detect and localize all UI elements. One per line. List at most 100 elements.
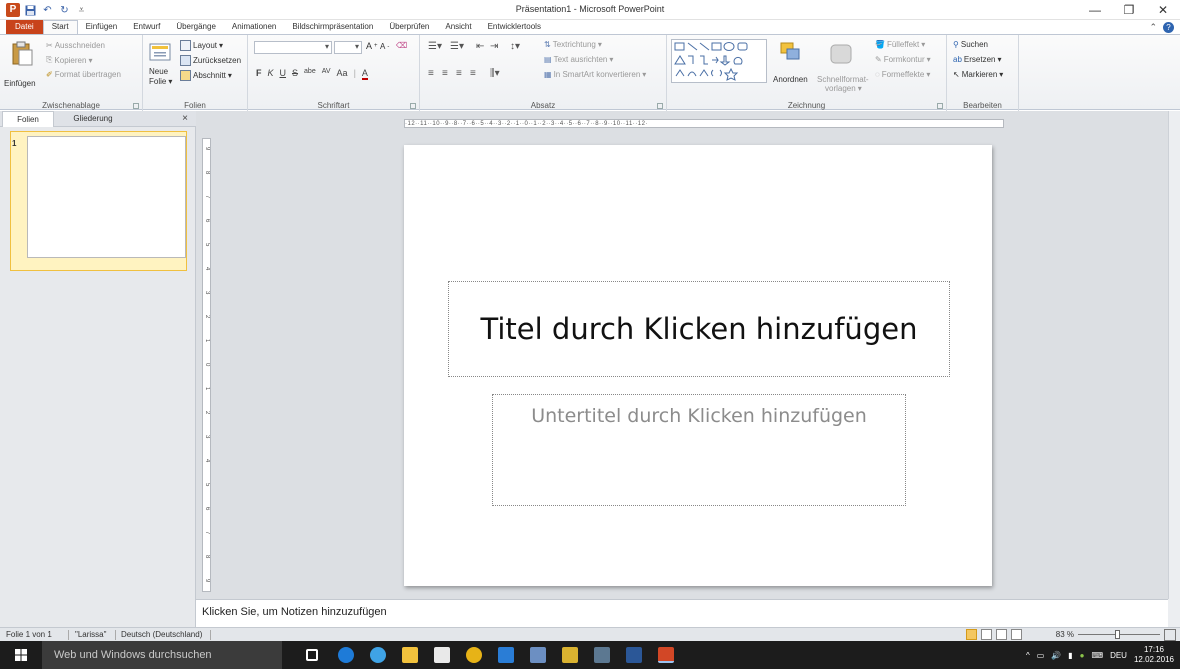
shadow-button[interactable]: abe: [304, 68, 316, 80]
battery-icon[interactable]: ▭: [1037, 651, 1045, 660]
internet-explorer-icon[interactable]: [370, 647, 386, 663]
control-panel-icon[interactable]: [594, 647, 610, 663]
tab-review[interactable]: Überprüfen: [381, 20, 437, 34]
tab-slideshow[interactable]: Bildschirmpräsentation: [284, 20, 381, 34]
input-language[interactable]: DEU: [1110, 651, 1127, 660]
bold-button[interactable]: F: [256, 68, 262, 80]
notes-pane[interactable]: Klicken Sie, um Notizen hinzuzufügen: [196, 599, 1168, 627]
grow-font-icon[interactable]: A +: [366, 41, 378, 51]
paragraph-launcher[interactable]: [657, 103, 663, 109]
select-button[interactable]: ↖ Markieren ▾: [953, 70, 1003, 79]
file-explorer-icon[interactable]: [402, 647, 418, 663]
tab-animations[interactable]: Animationen: [224, 20, 284, 34]
close-pane-icon[interactable]: ×: [182, 113, 188, 124]
title-placeholder[interactable]: Titel durch Klicken hinzufügen: [448, 281, 950, 377]
layout-button[interactable]: Layout ▾: [180, 40, 223, 51]
shapes-gallery[interactable]: [671, 39, 767, 83]
normal-view-icon[interactable]: [966, 629, 977, 640]
volume-icon[interactable]: 🔊: [1051, 651, 1061, 660]
tab-developer[interactable]: Entwicklertools: [480, 20, 549, 34]
bullets-icon[interactable]: ☰▾: [428, 41, 442, 52]
minimize-ribbon-icon[interactable]: ⌃: [1149, 22, 1157, 33]
char-spacing-button[interactable]: AV: [322, 68, 331, 80]
shrink-font-icon[interactable]: A-: [380, 42, 389, 51]
strikethrough-button[interactable]: S: [292, 68, 298, 80]
zoom-slider-handle[interactable]: [1115, 630, 1120, 639]
quick-styles-icon[interactable]: [829, 43, 853, 67]
notes-scrollbar[interactable]: [1168, 599, 1180, 627]
copy-button[interactable]: ⎘ Kopieren ▾: [46, 55, 92, 65]
slide-thumbnail-selected[interactable]: [10, 131, 187, 271]
network-icon[interactable]: ▮: [1068, 651, 1072, 660]
powerpoint-taskbar-icon[interactable]: [658, 647, 674, 663]
underline-button[interactable]: U: [280, 68, 287, 80]
font-color-button[interactable]: A: [361, 68, 368, 80]
change-case-button[interactable]: Aa: [337, 68, 348, 80]
columns-icon[interactable]: ⫼▾: [490, 68, 500, 79]
slide-thumbnail[interactable]: [27, 136, 186, 258]
subtitle-placeholder[interactable]: Untertitel durch Klicken hinzufügen: [492, 394, 906, 506]
new-slide-label-2[interactable]: Folie ▾: [149, 77, 172, 86]
reset-button[interactable]: Zurücksetzen: [180, 55, 241, 66]
app-icon[interactable]: [530, 647, 546, 663]
font-launcher[interactable]: [410, 103, 416, 109]
close-button[interactable]: ✕: [1146, 0, 1180, 20]
zoom-level[interactable]: 83 %: [1056, 630, 1074, 639]
increase-indent-icon[interactable]: ⇥: [490, 41, 498, 52]
shape-outline-button[interactable]: ✎ Formkontur ▾: [875, 55, 931, 64]
new-slide-label-1[interactable]: Neue: [149, 67, 168, 76]
show-hidden-icons-icon[interactable]: ^: [1026, 651, 1030, 660]
tab-outline[interactable]: Gliederung: [58, 111, 128, 127]
drawing-launcher[interactable]: [937, 103, 943, 109]
minimize-button[interactable]: —: [1078, 0, 1112, 20]
chrome-icon[interactable]: [466, 647, 482, 663]
clock[interactable]: 17:16 12.02.2016: [1134, 645, 1174, 665]
tab-transitions[interactable]: Übergänge: [168, 20, 224, 34]
restore-button[interactable]: ❐: [1112, 0, 1146, 20]
word-icon[interactable]: [626, 647, 642, 663]
tab-design[interactable]: Entwurf: [125, 20, 168, 34]
tab-slides[interactable]: Folien: [2, 111, 54, 127]
clipboard-launcher[interactable]: [133, 103, 139, 109]
align-center-icon[interactable]: ≡: [442, 68, 448, 79]
tab-insert[interactable]: Einfügen: [78, 20, 126, 34]
new-slide-icon[interactable]: [149, 41, 173, 65]
library-icon[interactable]: [562, 647, 578, 663]
slideshow-view-icon[interactable]: [1011, 629, 1022, 640]
fit-to-window-icon[interactable]: [1164, 629, 1176, 641]
shape-effects-button[interactable]: ◌ Formeffekte ▾: [875, 70, 930, 79]
find-button[interactable]: ⚲ Suchen: [953, 40, 988, 49]
store-icon[interactable]: [434, 647, 450, 663]
keyboard-icon[interactable]: ⌨: [1092, 651, 1104, 660]
task-view-icon[interactable]: [306, 649, 318, 661]
quick-styles-label-2[interactable]: vorlagen ▾: [825, 84, 862, 93]
help-icon[interactable]: ?: [1163, 22, 1174, 33]
arrange-button[interactable]: Anordnen: [773, 75, 808, 84]
text-direction-button[interactable]: ⇅ Textrichtung ▾: [544, 40, 602, 49]
font-size-combo[interactable]: [334, 41, 362, 54]
reading-view-icon[interactable]: [996, 629, 1007, 640]
arrange-icon[interactable]: [779, 41, 803, 65]
italic-button[interactable]: K: [268, 68, 274, 80]
align-left-icon[interactable]: ≡: [428, 68, 434, 79]
replace-button[interactable]: ab Ersetzen ▾: [953, 55, 1002, 64]
clear-formatting-icon[interactable]: ⌫: [396, 41, 407, 50]
start-button[interactable]: [0, 641, 42, 669]
slide-sorter-view-icon[interactable]: [981, 629, 992, 640]
tab-start[interactable]: Start: [42, 20, 78, 34]
media-player-icon[interactable]: [498, 647, 514, 663]
edge-icon[interactable]: [338, 647, 354, 663]
section-button[interactable]: Abschnitt ▾: [180, 70, 232, 81]
paste-icon[interactable]: [10, 41, 34, 66]
tab-view[interactable]: Ansicht: [437, 20, 479, 34]
shape-fill-button[interactable]: 🪣 Fülleffekt ▾: [875, 40, 925, 49]
theme-name[interactable]: "Larissa": [75, 630, 106, 639]
language-indicator[interactable]: Deutsch (Deutschland): [121, 630, 202, 639]
format-painter-button[interactable]: ✐ Format übertragen: [46, 70, 121, 79]
tray-app-icon[interactable]: ●: [1080, 651, 1085, 660]
slide-canvas[interactable]: Titel durch Klicken hinzufügen Untertite…: [404, 145, 992, 586]
paste-button[interactable]: Einfügen: [4, 79, 36, 88]
vertical-scrollbar[interactable]: [1168, 111, 1180, 599]
numbering-icon[interactable]: ☰▾: [450, 41, 464, 52]
justify-icon[interactable]: ≡: [470, 68, 476, 79]
